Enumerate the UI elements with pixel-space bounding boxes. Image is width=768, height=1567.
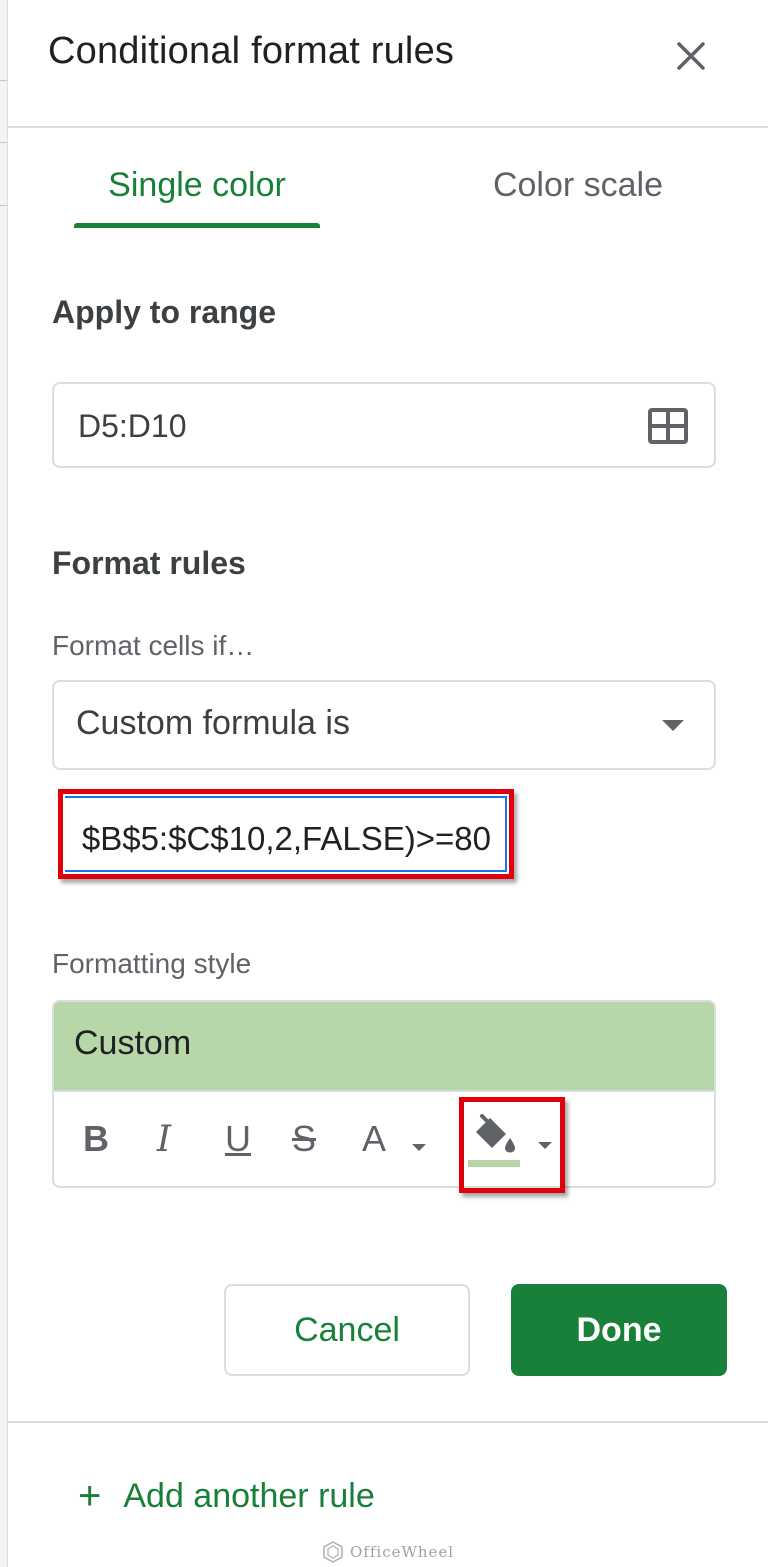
format-cells-if-label: Format cells if…: [52, 630, 255, 661]
conditional-format-panel: Conditional format rules Single color Co…: [8, 0, 768, 1567]
bold-button[interactable]: B: [74, 1114, 118, 1164]
formula-value: $B$5:$C$10,2,FALSE)>=80: [81, 820, 491, 857]
formatting-style-label: Formatting style: [52, 948, 252, 979]
done-button[interactable]: Done: [511, 1284, 727, 1376]
active-tab-indicator: [74, 223, 320, 228]
close-icon[interactable]: [671, 36, 711, 76]
add-another-rule-link[interactable]: + Add another rule: [78, 1474, 375, 1519]
sheet-gridline: [0, 205, 7, 206]
sheet-gridline: [0, 80, 7, 81]
fill-color-highlight-box: [459, 1097, 565, 1193]
style-preview-text: Custom: [74, 1024, 192, 1062]
condition-value: Custom formula is: [76, 704, 350, 742]
range-value: D5:D10: [78, 408, 187, 444]
chevron-down-icon: [662, 720, 684, 731]
strikethrough-button[interactable]: S: [282, 1114, 326, 1164]
add-another-rule-label: Add another rule: [123, 1477, 375, 1515]
underline-button[interactable]: U: [216, 1114, 260, 1164]
plus-icon: +: [78, 1474, 102, 1518]
watermark: OfficeWheel: [322, 1541, 454, 1563]
text-color-button[interactable]: A: [354, 1114, 394, 1164]
panel-title: Conditional format rules: [48, 30, 455, 72]
cancel-button[interactable]: Cancel: [224, 1284, 470, 1376]
tab-color-scale[interactable]: Color scale: [448, 166, 708, 205]
grid-select-icon[interactable]: [648, 408, 688, 444]
watermark-text: OfficeWheel: [350, 1543, 455, 1561]
watermark-logo-icon: [323, 1541, 343, 1563]
formula-input[interactable]: $B$5:$C$10,2,FALSE)>=80: [65, 796, 507, 872]
range-input[interactable]: D5:D10: [52, 382, 716, 468]
sheet-gridline: [0, 142, 7, 143]
style-preview[interactable]: Custom: [54, 1002, 714, 1092]
condition-select[interactable]: Custom formula is: [52, 680, 716, 770]
formatting-style-box: Custom B I U S A: [52, 1000, 716, 1188]
text-color-dropdown-icon[interactable]: [412, 1144, 426, 1151]
footer-divider: [8, 1421, 768, 1423]
header-divider: [8, 126, 768, 128]
tab-single-color[interactable]: Single color: [74, 166, 320, 205]
apply-to-range-label: Apply to range: [52, 294, 277, 330]
sheet-edge: [0, 0, 8, 1567]
italic-button[interactable]: I: [142, 1114, 186, 1164]
formula-highlight-box: $B$5:$C$10,2,FALSE)>=80: [58, 789, 514, 879]
format-rules-label: Format rules: [52, 545, 246, 581]
